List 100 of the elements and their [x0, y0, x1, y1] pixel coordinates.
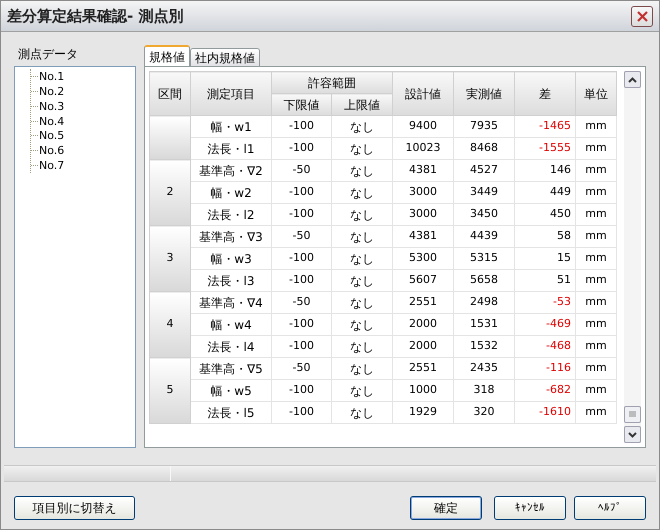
chevron-down-icon	[628, 432, 637, 438]
table-cell: 51	[514, 270, 576, 292]
chevron-up-icon	[628, 76, 637, 82]
table-cell: なし	[332, 402, 392, 424]
tree-item[interactable]: No.4	[38, 116, 66, 126]
table-cell: 2498	[454, 292, 514, 314]
column-header: 実測値	[454, 72, 514, 116]
table-cell: 幅・w5	[190, 380, 272, 402]
table-cell: 4381	[392, 226, 454, 248]
scroll-thumb[interactable]	[624, 406, 641, 423]
help-button[interactable]: ﾍﾙﾌﾟ	[574, 496, 646, 520]
window-title: 差分算定結果確認- 測点別	[7, 6, 184, 27]
table-cell: 7935	[454, 116, 514, 138]
row-header: 3	[150, 226, 190, 292]
table-cell: mm	[576, 292, 616, 314]
table-cell: 3000	[392, 204, 454, 226]
tab[interactable]: 社内規格値	[190, 48, 260, 66]
table-cell: -50	[272, 292, 332, 314]
tree-item[interactable]: No.6	[38, 145, 66, 156]
table-cell: -682	[514, 380, 576, 402]
table-cell: -100	[272, 182, 332, 204]
table-cell: -53	[514, 292, 576, 314]
table-cell: 318	[454, 380, 514, 402]
scrollbar[interactable]	[624, 71, 641, 443]
table-cell: 5300	[392, 248, 454, 270]
table-cell: -100	[272, 336, 332, 358]
cancel-button[interactable]: ｷｬﾝｾﾙ	[494, 496, 566, 520]
column-header: 上限値	[332, 94, 392, 116]
tree-label: 測点データ	[17, 46, 79, 63]
scroll-up-button[interactable]	[624, 71, 641, 88]
table-cell: 450	[514, 204, 576, 226]
table-cell: 基準高・∇2	[190, 160, 272, 182]
table-cell: 2435	[454, 358, 514, 380]
tree-item[interactable]: No.3	[38, 100, 66, 112]
tree-item[interactable]: No.7	[38, 160, 66, 172]
table-cell: 5658	[454, 270, 514, 292]
table-cell: -100	[272, 402, 332, 424]
ok-button[interactable]: 確定	[410, 496, 482, 520]
table-cell: 4381	[392, 160, 454, 182]
table-cell: 基準高・∇5	[190, 358, 272, 380]
close-button[interactable]	[631, 6, 653, 26]
column-header: 差	[514, 72, 576, 116]
table-cell: 3449	[454, 182, 514, 204]
table-cell: mm	[576, 314, 616, 336]
tree-item[interactable]: No.5	[38, 130, 66, 142]
table-cell: なし	[332, 336, 392, 358]
table-cell: 法長・l4	[190, 336, 272, 358]
column-header: 測定項目	[190, 72, 272, 116]
table-cell: なし	[332, 292, 392, 314]
table-cell: -50	[272, 160, 332, 182]
table-cell: 3450	[454, 204, 514, 226]
table-cell: -100	[272, 270, 332, 292]
grip-icon	[629, 411, 636, 418]
table-cell: 2000	[392, 314, 454, 336]
table-cell: なし	[332, 160, 392, 182]
table-cell: mm	[576, 248, 616, 270]
table-cell: 基準高・∇3	[190, 226, 272, 248]
table-cell: -100	[272, 116, 332, 138]
table-cell: 幅・w2	[190, 182, 272, 204]
table-cell: なし	[332, 314, 392, 336]
table-cell: mm	[576, 336, 616, 358]
table-cell: 58	[514, 226, 576, 248]
column-header: 許容範囲	[272, 72, 392, 94]
table-cell: 幅・w1	[190, 116, 272, 138]
table-cell: 5607	[392, 270, 454, 292]
table-cell: -1555	[514, 138, 576, 160]
table-cell: -100	[272, 248, 332, 270]
table-cell: 5315	[454, 248, 514, 270]
table-cell: 法長・l2	[190, 204, 272, 226]
table-cell: 法長・l5	[190, 402, 272, 424]
table-cell: 1532	[454, 336, 514, 358]
table-cell: -1610	[514, 402, 576, 424]
table-cell: mm	[576, 380, 616, 402]
table-cell: 320	[454, 402, 514, 424]
table-cell: なし	[332, 116, 392, 138]
table-cell: 15	[514, 248, 576, 270]
table-cell: 2551	[392, 292, 454, 314]
column-header: 単位	[576, 72, 616, 116]
table-cell: -100	[272, 380, 332, 402]
table-cell: 1929	[392, 402, 454, 424]
tree-item[interactable]: No.2	[38, 86, 66, 97]
table-cell: なし	[332, 138, 392, 160]
table-cell: -50	[272, 358, 332, 380]
close-icon	[636, 10, 648, 22]
table-cell: 2551	[392, 358, 454, 380]
table-cell: 4527	[454, 160, 514, 182]
table-cell: 基準高・∇4	[190, 292, 272, 314]
table-cell: mm	[576, 358, 616, 380]
column-header: 区間	[150, 72, 190, 116]
row-header	[150, 116, 190, 160]
table-cell: mm	[576, 226, 616, 248]
table-cell: -100	[272, 314, 332, 336]
scroll-down-button[interactable]	[624, 426, 641, 443]
table-cell: 146	[514, 160, 576, 182]
table-cell: 4439	[454, 226, 514, 248]
switch-button[interactable]: 項目別に切替え	[14, 496, 135, 520]
table-cell: なし	[332, 226, 392, 248]
tree-item[interactable]: No.1	[38, 70, 66, 82]
tab[interactable]: 規格値	[144, 45, 190, 66]
table-cell: mm	[576, 270, 616, 292]
